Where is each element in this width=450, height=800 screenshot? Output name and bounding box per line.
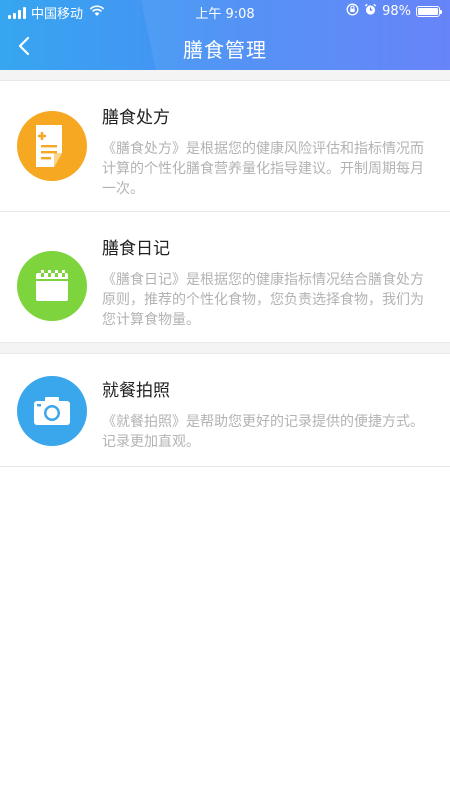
prescription-document-icon bbox=[17, 111, 87, 181]
list-item-meal-photo[interactable]: 就餐拍照 《就餐拍照》是帮助您更好的记录提供的便捷方式。记录更加直观。 bbox=[0, 354, 450, 467]
orientation-lock-icon bbox=[346, 3, 359, 20]
item-description: 《膳食日记》是根据您的健康指标情况结合膳食处方原则，推荐的个性化食物，您负责选择… bbox=[102, 272, 424, 328]
item-title: 就餐拍照 bbox=[102, 381, 170, 401]
battery-percent: 98% bbox=[382, 4, 411, 19]
list-item-diet-diary[interactable]: 膳食日记 《膳食日记》是根据您的健康指标情况结合膳食处方原则，推荐的个性化食物，… bbox=[0, 212, 450, 343]
alarm-icon bbox=[364, 3, 377, 20]
menu-list: 膳食处方 《膳食处方》是根据您的健康风险评估和指标情况而计算的个性化膳食营养量化… bbox=[0, 70, 450, 467]
camera-icon bbox=[17, 376, 87, 446]
battery-icon bbox=[416, 6, 442, 17]
section-divider bbox=[0, 343, 450, 354]
header: 中国移动 上午 9:08 98% 膳食管理 bbox=[0, 0, 450, 70]
item-description: 《膳食处方》是根据您的健康风险评估和指标情况而计算的个性化膳食营养量化指导建议。… bbox=[102, 141, 424, 197]
item-title: 膳食处方 bbox=[102, 108, 170, 128]
battery-level bbox=[418, 8, 438, 15]
calendar-icon bbox=[17, 251, 87, 321]
section-divider bbox=[0, 70, 450, 81]
item-title: 膳食日记 bbox=[102, 239, 170, 259]
status-bar: 中国移动 上午 9:08 98% bbox=[0, 0, 450, 24]
status-right: 98% bbox=[346, 3, 442, 20]
page-title: 膳食管理 bbox=[183, 38, 267, 62]
list-item-diet-prescription[interactable]: 膳食处方 《膳食处方》是根据您的健康风险评估和指标情况而计算的个性化膳食营养量化… bbox=[0, 81, 450, 212]
item-description: 《就餐拍照》是帮助您更好的记录提供的便捷方式。记录更加直观。 bbox=[102, 414, 424, 450]
nav-bar: 膳食管理 bbox=[0, 24, 450, 70]
